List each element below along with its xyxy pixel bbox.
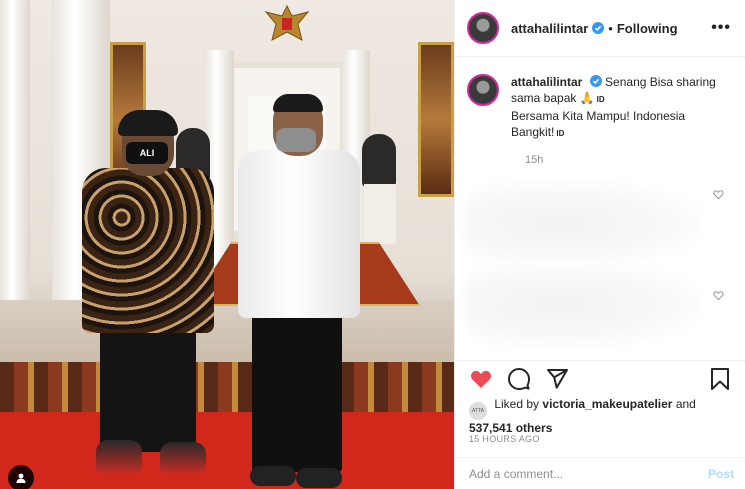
- header-separator: •: [608, 20, 613, 36]
- photo-painting: [418, 42, 454, 197]
- photo-bust: [362, 134, 396, 188]
- liker-username[interactable]: victoria_makeupatelier: [542, 397, 672, 411]
- caption-line-2: Bersama Kita Mampu! Indonesia Bangkit!: [511, 109, 686, 139]
- flag-tag: ID: [596, 95, 605, 104]
- person-right-mask: [276, 128, 316, 152]
- caption-time: 15h: [525, 154, 544, 166]
- bookmark-icon[interactable]: [708, 367, 732, 391]
- person-left-mask: ALI: [126, 142, 168, 164]
- share-icon[interactable]: [545, 367, 569, 391]
- comments-section: attahalilintar Senang Bisa sharing sama …: [455, 58, 745, 360]
- photo-carpet-border: [0, 362, 454, 414]
- caption: attahalilintar Senang Bisa sharing sama …: [467, 74, 734, 142]
- likes-summary: ATTA Liked by victoria_makeupatelier and…: [469, 396, 739, 436]
- photo-floor: [0, 300, 454, 370]
- garuda-emblem: [264, 4, 310, 41]
- person-right-shoe: [250, 466, 296, 486]
- liker-avatar[interactable]: ATTA: [469, 402, 487, 420]
- person-left-shoe: [96, 440, 142, 474]
- blurred-comment: [465, 180, 701, 266]
- post-timestamp[interactable]: 15 HOURS AGO: [469, 434, 540, 444]
- heart-filled-icon[interactable]: [469, 367, 493, 391]
- likes-prefix: Liked by: [494, 397, 540, 411]
- verified-badge-icon: [592, 22, 605, 34]
- comment-input[interactable]: [469, 466, 708, 481]
- post-side-panel: attahalilintar • Following ••• attahalil…: [454, 0, 745, 489]
- person-left-batik-shirt: [82, 168, 214, 333]
- add-comment-bar: Post: [455, 457, 745, 489]
- person-right-white-shirt: [238, 150, 360, 318]
- likes-count[interactable]: 537,541 others: [469, 421, 552, 435]
- person-left-legs: [100, 330, 196, 452]
- comment-icon[interactable]: [507, 367, 531, 391]
- person-left-hat: [118, 110, 178, 136]
- person-right-hair: [273, 94, 323, 112]
- photo-pedestal: [364, 184, 396, 244]
- photo-red-carpet: [0, 412, 454, 489]
- caption-avatar[interactable]: [467, 74, 499, 106]
- likes-conjunction: and: [675, 397, 696, 411]
- photo-column: [0, 0, 30, 320]
- flag-tag: ID: [556, 129, 565, 138]
- post-comment-button[interactable]: Post: [708, 467, 734, 481]
- user-tag-icon[interactable]: [8, 465, 34, 489]
- person-right-shoe: [296, 468, 342, 488]
- person-left-shoe: [160, 442, 206, 474]
- more-options-icon[interactable]: •••: [711, 19, 731, 37]
- following-button[interactable]: Following: [617, 21, 678, 36]
- person-right-legs: [252, 312, 342, 472]
- caption-text: attahalilintar Senang Bisa sharing sama …: [511, 74, 721, 142]
- blurred-comment: [465, 262, 701, 348]
- comment-like-heart-icon[interactable]: [713, 290, 724, 301]
- author-avatar[interactable]: [467, 12, 499, 44]
- post-actions: [455, 360, 745, 396]
- caption-username[interactable]: attahalilintar: [511, 75, 582, 89]
- post-photo[interactable]: ALI: [0, 0, 454, 489]
- post-header: attahalilintar • Following •••: [455, 0, 745, 57]
- author-username[interactable]: attahalilintar: [511, 21, 588, 36]
- comment-like-heart-icon[interactable]: [713, 189, 724, 200]
- verified-badge-icon: [589, 75, 602, 87]
